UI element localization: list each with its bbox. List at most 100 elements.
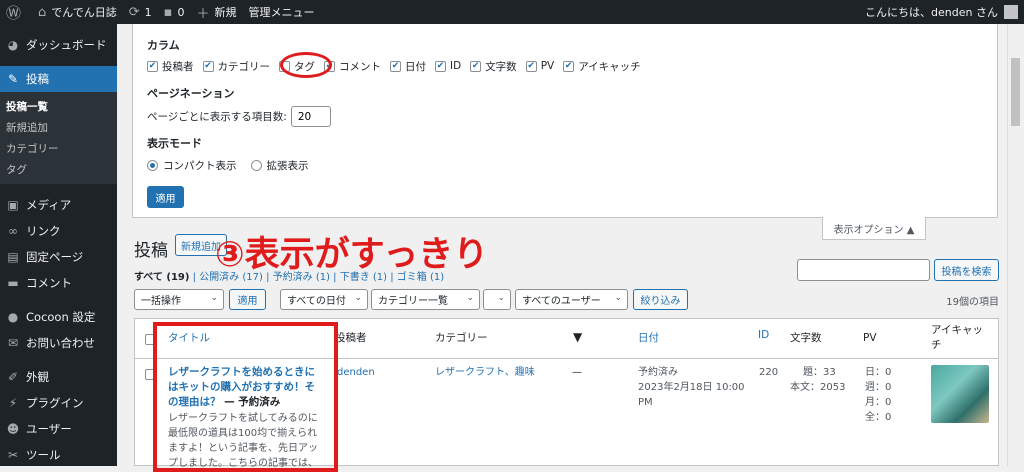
column-category-checkbox[interactable]: ✔ カテゴリー: [202, 59, 270, 74]
bulk-action-select[interactable]: 一括操作 ⌄: [134, 289, 224, 310]
page-scrollbar[interactable]: [1007, 24, 1024, 466]
menu-label: リンク: [26, 224, 61, 238]
column-comments-checkbox[interactable]: ✔ コメント: [324, 59, 381, 74]
chars-title: 題：33: [803, 367, 836, 378]
chevron-down-icon: ⌄: [466, 293, 474, 303]
chevron-down-icon: ⌄: [354, 293, 362, 303]
pv-day: 日：0: [865, 367, 892, 378]
menu-pages[interactable]: ▤ 固定ページ: [0, 244, 117, 270]
filter-scheduled[interactable]: 予約済み (1): [273, 272, 330, 283]
mail-icon: ✉: [7, 336, 19, 350]
site-name-link[interactable]: ⌂ でんでん日誌: [32, 0, 123, 24]
search-posts-button[interactable]: 投稿を検索: [934, 259, 999, 281]
view-mode-radios: コンパクト表示 拡張表示: [147, 158, 309, 173]
header-pv: PV: [863, 332, 877, 344]
category-filter-select[interactable]: カテゴリー一覧 ⌄: [371, 289, 480, 310]
column-id-checkbox[interactable]: ✔ ID: [435, 60, 461, 72]
pin-icon: ✎: [7, 72, 19, 86]
checkbox-label: アイキャッチ: [578, 60, 641, 73]
columns-heading: カラム: [147, 39, 180, 52]
new-content-link[interactable]: ＋ 新規: [190, 0, 242, 24]
header-date[interactable]: 日付: [638, 331, 659, 346]
filter-published[interactable]: 公開済み (17): [199, 272, 263, 283]
pv-month: 月：0: [865, 397, 892, 408]
post-category[interactable]: レザークラフト、趣味: [435, 365, 535, 380]
eyecatch-thumbnail: [931, 365, 989, 423]
filter-all[interactable]: すべて (19): [134, 272, 189, 283]
column-chars-checkbox[interactable]: ✔ 文字数: [470, 59, 517, 74]
checkbox-label: PV: [540, 60, 555, 72]
menu-label: ダッシュボード: [26, 38, 107, 52]
extra-filter-select[interactable]: ⌄: [483, 289, 511, 310]
checkbox-label: 日付: [405, 60, 426, 73]
column-pv-checkbox[interactable]: ✔ PV: [525, 60, 555, 72]
page-title: 投稿: [134, 241, 168, 261]
header-eyecatch-1: アイキャッ: [931, 324, 983, 336]
menu-label: お問い合わせ: [26, 336, 95, 350]
cocoon-icon: ●: [7, 310, 19, 324]
check-icon: ✔: [147, 60, 158, 72]
brush-icon: ✐: [7, 370, 19, 384]
admin-menu-link[interactable]: 管理メニュー: [242, 0, 320, 24]
menu-contact[interactable]: ✉ お問い合わせ: [0, 330, 117, 356]
header-id[interactable]: ID: [758, 328, 769, 343]
comments-link[interactable]: ▪ 0: [158, 0, 191, 24]
menu-links[interactable]: ∞ リンク: [0, 218, 117, 244]
column-author-checkbox[interactable]: ✔ 投稿者: [147, 59, 194, 74]
compact-mode-radio[interactable]: [147, 160, 158, 171]
updates-count: 1: [144, 5, 152, 19]
items-count: 19個の項目: [946, 297, 999, 308]
chars-body: 本文：2053: [790, 382, 846, 393]
menu-users[interactable]: ☻ ユーザー: [0, 416, 117, 442]
column-eyecatch-checkbox[interactable]: ✔ アイキャッチ: [563, 59, 641, 74]
menu-media[interactable]: ▣ メディア: [0, 192, 117, 218]
menu-dashboard[interactable]: ◕ ダッシュボード: [0, 32, 117, 58]
menu-cocoon[interactable]: ● Cocoon 設定: [0, 304, 117, 330]
menu-appearance[interactable]: ✐ 外観: [0, 364, 117, 390]
link-icon: ∞: [8, 224, 18, 238]
submenu-categories[interactable]: カテゴリー: [0, 138, 117, 159]
header-eyecatch-2: チ: [931, 339, 942, 351]
comment-bubble-icon[interactable]: ▼: [573, 330, 582, 345]
check-icon: ✔: [202, 60, 214, 72]
filter-draft[interactable]: 下書き (1): [340, 272, 387, 283]
chevron-down-icon: ⌄: [497, 293, 505, 303]
submenu-tags[interactable]: タグ: [0, 159, 117, 180]
extended-mode-radio[interactable]: [250, 160, 262, 171]
menu-comments[interactable]: ▬ コメント: [0, 270, 117, 296]
column-date-checkbox[interactable]: ✔ 日付: [390, 59, 426, 74]
menu-tools[interactable]: ✂ ツール: [0, 442, 117, 468]
menu-label: プラグイン: [26, 396, 84, 410]
updates-link[interactable]: ⟳ 1: [123, 0, 158, 24]
search-input[interactable]: [797, 259, 930, 281]
my-account[interactable]: こんにちは、denden さん: [865, 0, 1018, 24]
date-filter-select[interactable]: すべての日付 ⌄: [280, 289, 368, 310]
screen-options-toggle[interactable]: 表示オプション ▲: [822, 217, 926, 240]
post-id: 220: [759, 367, 779, 378]
wordpress-logo-icon[interactable]: Ⓦ: [0, 0, 32, 24]
menu-label: 外観: [26, 370, 49, 384]
chevron-down-icon: ⌄: [614, 293, 622, 303]
per-page-input[interactable]: [290, 106, 331, 127]
post-comments: —: [572, 367, 582, 378]
menu-label: 固定ページ: [26, 250, 84, 264]
user-filter-select[interactable]: すべてのユーザー ⌄: [515, 289, 628, 310]
dashboard-icon: ◕: [7, 38, 19, 52]
admin-bar: Ⓦ ⌂ でんでん日誌 ⟳ 1 ▪ 0 ＋新規 管理メニュー こんにちは、denden …: [0, 0, 1024, 24]
menu-plugins[interactable]: ⚡ プラグイン: [0, 390, 117, 416]
filter-button[interactable]: 絞り込み: [633, 289, 688, 310]
submenu-add-new[interactable]: 新規追加: [0, 117, 117, 138]
scrollbar-thumb[interactable]: [1011, 58, 1020, 126]
post-author[interactable]: denden: [337, 365, 375, 380]
filter-trash[interactable]: ゴミ箱 (1): [397, 272, 444, 283]
screen-options-apply-button[interactable]: 適用: [147, 186, 184, 208]
page-icon: ▤: [7, 250, 19, 264]
bulk-apply-button[interactable]: 適用: [229, 289, 266, 310]
user-icon: ☻: [6, 422, 20, 436]
comment-icon: ▬: [7, 276, 19, 290]
check-icon: ✔: [525, 60, 537, 72]
menu-posts[interactable]: ✎ 投稿: [0, 66, 117, 92]
submenu-all-posts[interactable]: 投稿一覧: [0, 96, 117, 117]
status-filter-links: すべて (19) | 公開済み (17) | 予約済み (1) | 下書き (1…: [134, 272, 445, 283]
pv-all: 全：0: [865, 412, 892, 423]
